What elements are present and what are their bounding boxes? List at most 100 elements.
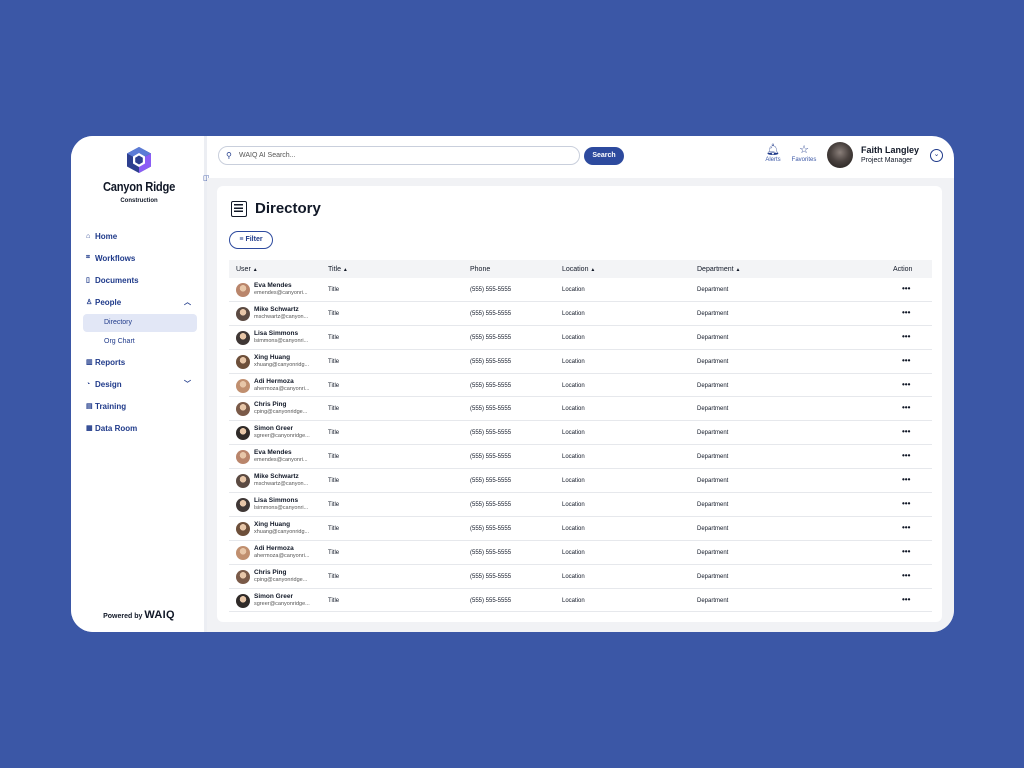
- sidebar-item-people[interactable]: ♙ People ︿: [83, 291, 197, 313]
- user-name-cell[interactable]: Adi Hermoza: [254, 378, 294, 385]
- alerts-button[interactable]: 🔔︎ Alerts: [763, 144, 783, 163]
- table-row[interactable]: Chris Ping cping@canyonridge... Title (555)…: [229, 565, 932, 589]
- table-row[interactable]: Simon Greer sgreer@canyonridge... Title (55…: [229, 421, 932, 446]
- more-actions-icon[interactable]: •••: [902, 427, 910, 436]
- avatar[interactable]: [236, 521, 250, 536]
- avatar[interactable]: [236, 283, 250, 297]
- table-row[interactable]: Eva Mendes emendes@canyonri... Title (555) …: [229, 278, 932, 302]
- sidebar-subitem-org-chart[interactable]: Org Chart: [83, 333, 197, 351]
- table-row[interactable]: Chris Ping cping@canyonridge... Title (555)…: [229, 397, 932, 422]
- user-name-cell[interactable]: Mike Schwartz: [254, 306, 299, 313]
- more-actions-icon[interactable]: •••: [902, 380, 910, 389]
- user-name-cell[interactable]: Simon Greer: [254, 593, 293, 600]
- powered-by-brand: WAIQ: [144, 609, 175, 621]
- column-user[interactable]: User ▲: [236, 266, 258, 273]
- search-button[interactable]: Search: [584, 147, 624, 165]
- department-cell: Department: [697, 358, 729, 365]
- avatar[interactable]: [236, 593, 250, 608]
- table-row[interactable]: Mike Schwartz mschwartz@canyon... Title (55…: [229, 469, 932, 494]
- sidebar-item-workflows[interactable]: ⌗ Workflows: [83, 247, 197, 269]
- user-email-cell: cping@canyonridge...: [254, 576, 308, 583]
- user-name-cell[interactable]: Lisa Simmons: [254, 330, 298, 337]
- location-cell: Location: [562, 287, 585, 293]
- avatar[interactable]: [236, 545, 250, 560]
- favorites-label: Favorites: [791, 157, 817, 163]
- user-menu-chevron-icon[interactable]: ⌄: [930, 149, 943, 162]
- table-row[interactable]: Mike Schwartz mschwartz@canyon... Title (55…: [229, 302, 932, 326]
- avatar[interactable]: [236, 354, 250, 369]
- user-name-cell[interactable]: Xing Huang: [254, 354, 290, 361]
- department-cell: Department: [697, 382, 729, 389]
- more-actions-icon[interactable]: •••: [902, 475, 910, 484]
- user-name-cell[interactable]: Chris Ping: [254, 569, 287, 576]
- avatar[interactable]: [236, 306, 250, 321]
- avatar[interactable]: [236, 426, 250, 441]
- chevron-up-icon[interactable]: ︿: [184, 297, 191, 307]
- more-actions-icon[interactable]: •••: [902, 403, 910, 412]
- department-cell: Department: [697, 597, 729, 604]
- avatar[interactable]: [236, 450, 250, 465]
- favorites-button[interactable]: ☆ Favorites: [787, 144, 821, 163]
- sidebar-item-home[interactable]: ⌂ Home: [83, 225, 197, 247]
- avatar[interactable]: [236, 330, 250, 345]
- brand-name: Canyon Ridge: [102, 179, 176, 194]
- sidebar-item-design[interactable]: ◔ Design ﹀: [83, 373, 197, 395]
- star-icon: ☆: [799, 144, 809, 156]
- search-input[interactable]: ⚲ WAIQ AI Search...: [218, 146, 580, 165]
- more-actions-icon[interactable]: •••: [902, 523, 910, 532]
- more-actions-icon[interactable]: •••: [902, 356, 910, 365]
- avatar[interactable]: [236, 569, 250, 584]
- more-actions-icon[interactable]: •••: [902, 571, 910, 580]
- sidebar-item-label: Training: [95, 401, 127, 411]
- user-avatar[interactable]: [827, 142, 853, 168]
- more-actions-icon[interactable]: •••: [902, 332, 910, 341]
- user-name-cell[interactable]: Mike Schwartz: [254, 473, 299, 480]
- phone-cell: (555) 555-5555: [470, 597, 512, 604]
- table-row[interactable]: Eva Mendes emendes@canyonri... Title (555) …: [229, 445, 932, 470]
- column-phone[interactable]: Phone: [470, 266, 490, 273]
- more-actions-icon[interactable]: •••: [902, 547, 910, 556]
- user-email-cell: emendes@canyonri...: [254, 290, 308, 296]
- chevron-down-icon[interactable]: ﹀: [184, 379, 191, 389]
- column-location[interactable]: Location ▲: [562, 266, 595, 273]
- avatar[interactable]: [236, 378, 250, 393]
- user-name-cell[interactable]: Eva Mendes: [254, 449, 292, 456]
- table-row[interactable]: Simon Greer sgreer@canyonridge... Title (55…: [229, 589, 932, 613]
- table-row[interactable]: Adi Hermoza ahermoza@canyonri... Title (555…: [229, 374, 932, 398]
- user-name-cell[interactable]: Chris Ping: [254, 401, 287, 408]
- user-name-cell[interactable]: Lisa Simmons: [254, 497, 298, 504]
- phone-cell: (555) 555-5555: [470, 382, 512, 389]
- department-cell: Department: [697, 287, 729, 293]
- sidebar-item-reports[interactable]: ▥ Reports: [83, 351, 197, 373]
- table-row[interactable]: Lisa Simmons lsimmons@canyonri... Title (55…: [229, 493, 932, 517]
- more-actions-icon[interactable]: •••: [902, 308, 910, 317]
- more-actions-icon[interactable]: •••: [902, 595, 910, 604]
- location-cell: Location: [562, 310, 585, 317]
- avatar[interactable]: [236, 498, 250, 513]
- sort-arrow-icon: ▲: [735, 266, 741, 273]
- avatar[interactable]: [236, 402, 250, 417]
- sidebar-item-training[interactable]: ▤ Training: [83, 395, 197, 417]
- user-name-cell[interactable]: Adi Hermoza: [254, 545, 294, 552]
- table-row[interactable]: Lisa Simmons lsimmons@canyonri... Title (55…: [229, 326, 932, 350]
- user-name-cell[interactable]: Simon Greer: [254, 425, 293, 432]
- more-actions-icon[interactable]: •••: [902, 284, 910, 293]
- table-row[interactable]: Xing Huang xhuang@canyonridg... Title (555)…: [229, 517, 932, 541]
- avatar[interactable]: [236, 474, 250, 489]
- more-actions-icon[interactable]: •••: [902, 499, 910, 508]
- user-name-cell[interactable]: Xing Huang: [254, 521, 290, 528]
- column-department[interactable]: Department ▲: [697, 266, 740, 273]
- sidebar-subitem-directory[interactable]: Directory: [83, 314, 197, 332]
- column-title[interactable]: Title ▲: [328, 266, 348, 273]
- table-row[interactable]: Xing Huang xhuang@canyonridg... Title (555)…: [229, 350, 932, 374]
- user-name-cell[interactable]: Eva Mendes: [254, 282, 292, 289]
- sidebar-item-data-room[interactable]: ▦ Data Room: [83, 417, 197, 439]
- sidebar-item-documents[interactable]: ▯ Documents: [83, 269, 197, 291]
- filter-button[interactable]: ≡ Filter: [229, 231, 273, 249]
- sidebar-item-label: Home: [95, 231, 118, 241]
- more-actions-icon[interactable]: •••: [902, 451, 910, 460]
- location-cell: Location: [562, 597, 585, 604]
- main-content: Directory ≡ Filter User ▲ Title ▲ Phone …: [207, 178, 954, 632]
- table-row[interactable]: Adi Hermoza ahermoza@canyonri... Title (555…: [229, 541, 932, 565]
- user-email-cell: mschwartz@canyon...: [254, 481, 309, 488]
